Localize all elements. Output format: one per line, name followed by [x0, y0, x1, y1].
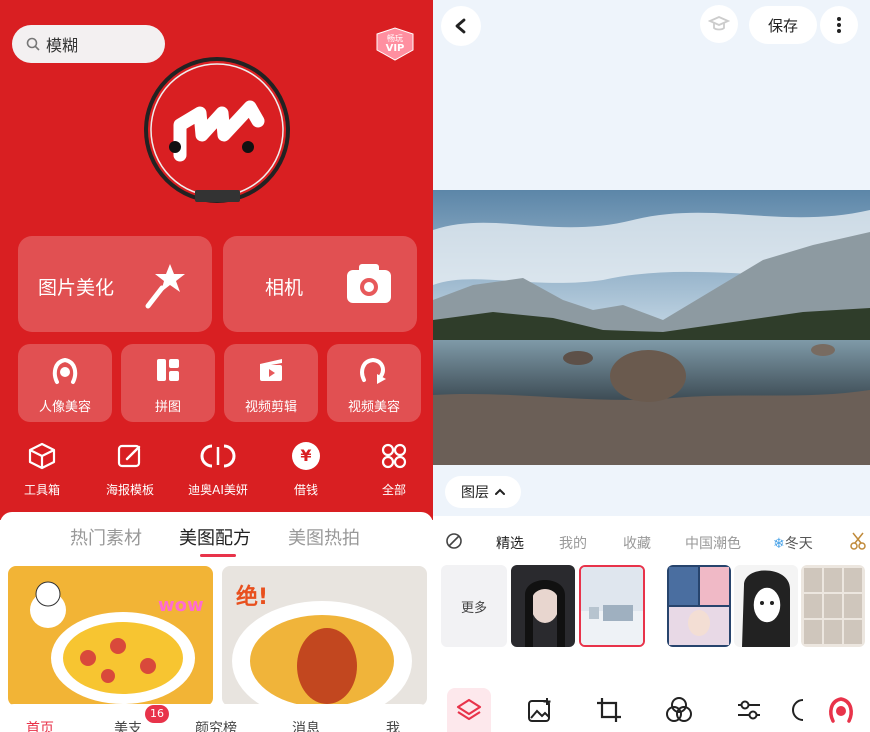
- graduation-cap-icon: [708, 16, 730, 31]
- editor-screen: 保存 图层 精选 我的 收藏 中国潮色 ❄冬天 更多: [433, 0, 870, 732]
- filter-thumbnail[interactable]: [511, 565, 575, 647]
- feed-card[interactable]: 绝!: [222, 566, 427, 706]
- bottom-navigation: 首页 美支 颜究榜 消息 我: [0, 704, 433, 732]
- nav-me[interactable]: 我: [386, 718, 400, 732]
- portrait-beauty-tool-button[interactable]: [819, 688, 863, 732]
- back-button[interactable]: [441, 6, 481, 46]
- more-options-button[interactable]: [820, 6, 858, 44]
- dior-ai-entry[interactable]: 迪奥AI美妍: [178, 440, 258, 498]
- nav-messages[interactable]: 消息: [292, 718, 320, 732]
- filter-thumbnail[interactable]: [801, 565, 865, 647]
- dior-ai-label: 迪奥AI美妍: [188, 483, 248, 497]
- face-icon: [829, 697, 853, 723]
- video-beauty-label: 视频美容: [347, 400, 400, 415]
- filter-tab-featured[interactable]: 精选: [496, 533, 524, 553]
- filter-tab-mine[interactable]: 我的: [559, 533, 587, 553]
- nav-home[interactable]: 首页: [26, 718, 54, 732]
- tab-hot-materials[interactable]: 热门素材: [70, 524, 142, 550]
- all-tools-label: 全部: [381, 483, 406, 497]
- search-placeholder: 模糊: [46, 36, 79, 55]
- image-add-icon: [528, 698, 551, 722]
- filter-thumbnail-selected[interactable]: [579, 565, 645, 647]
- yen-icon: ¥: [292, 442, 320, 470]
- camera-label: 相机: [265, 277, 304, 299]
- layers-tool-button[interactable]: [447, 688, 491, 732]
- collage-label: 拼图: [154, 400, 181, 415]
- feed-card-image: 绝!: [222, 566, 427, 706]
- filter-tab-favorites[interactable]: 收藏: [623, 533, 651, 553]
- borrow-money-entry[interactable]: ¥ 借钱: [266, 440, 346, 498]
- adjust-tool-button[interactable]: [727, 688, 771, 732]
- partial-tool-button[interactable]: [785, 688, 811, 732]
- crop-tool-button[interactable]: [587, 688, 631, 732]
- collage-icon: [157, 359, 179, 381]
- tab-meitu-recipes[interactable]: 美图配方: [179, 524, 251, 550]
- search-icon: [26, 37, 40, 51]
- more-vertical-icon: [837, 17, 841, 33]
- active-tab-indicator: [200, 554, 236, 557]
- poster-template-entry[interactable]: 海报模板: [90, 440, 170, 498]
- nav-meizhi[interactable]: 美支: [114, 718, 142, 732]
- scissors-icon[interactable]: [850, 532, 866, 550]
- camera-card[interactable]: 相机: [223, 236, 417, 332]
- feed-tab-bar: 热门素材 美图配方 美图热拍: [0, 512, 433, 562]
- vip-badge-bottom: VIP: [385, 43, 405, 54]
- tab-meitu-hot-shots[interactable]: 美图热拍: [288, 524, 360, 550]
- camera-icon: [347, 264, 391, 303]
- magic-wand-icon: [145, 264, 185, 309]
- grid-icon: [381, 443, 407, 469]
- filter-tab-winter-label: 冬天: [784, 536, 813, 552]
- partial-circle-icon: [792, 699, 804, 721]
- more-filters-button[interactable]: 更多: [441, 565, 507, 647]
- dior-icon: [200, 444, 236, 468]
- no-filter-icon[interactable]: [445, 532, 463, 550]
- collage-card[interactable]: 拼图: [121, 344, 215, 422]
- feed-sticker-jue: 绝!: [236, 584, 268, 610]
- borrow-money-label: 借钱: [293, 483, 318, 497]
- portrait-beauty-label: 人像美容: [38, 400, 91, 415]
- all-tools-entry[interactable]: 全部: [354, 440, 433, 498]
- toolbox-entry[interactable]: 工具箱: [2, 440, 82, 498]
- video-face-icon: [360, 357, 386, 384]
- filter-circles-icon: [666, 697, 692, 722]
- filter-tool-button[interactable]: [657, 688, 701, 732]
- layers-icon: [456, 698, 482, 721]
- filter-tab-chinese-colors[interactable]: 中国潮色: [685, 533, 741, 553]
- meitu-logo: [144, 57, 290, 203]
- edited-photo: [433, 190, 870, 465]
- sliders-icon: [738, 700, 760, 720]
- layer-toggle-button[interactable]: 图层: [445, 476, 521, 508]
- crop-icon: [597, 698, 621, 722]
- filter-thumbnail[interactable]: [667, 565, 731, 647]
- video-edit-label: 视频剪辑: [244, 400, 297, 415]
- layer-label: 图层: [461, 485, 489, 501]
- feed-card[interactable]: wow: [8, 566, 213, 706]
- portrait-beauty-card[interactable]: 人像美容: [18, 344, 112, 422]
- toolbox-label: 工具箱: [23, 483, 60, 497]
- edit-icon: [117, 444, 141, 468]
- face-icon: [52, 357, 78, 384]
- photo-beautify-card[interactable]: 图片美化: [18, 236, 212, 332]
- video-beauty-card[interactable]: 视频美容: [327, 344, 421, 422]
- clapper-icon: [260, 359, 282, 381]
- poster-template-label: 海报模板: [105, 483, 154, 497]
- tutorial-button[interactable]: [700, 5, 738, 43]
- chevron-left-icon: [455, 18, 466, 34]
- chevron-up-icon: [495, 488, 505, 495]
- add-image-tool-button[interactable]: [518, 688, 562, 732]
- box-icon: [28, 442, 56, 470]
- snowflake-icon: ❄: [773, 536, 785, 552]
- notification-badge: 16: [145, 705, 169, 723]
- filter-thumbnail[interactable]: [734, 565, 798, 647]
- vip-badge[interactable]: 畅玩 VIP: [373, 26, 417, 62]
- nav-ranking[interactable]: 颜究榜: [195, 718, 237, 732]
- home-screen: 模糊 畅玩 VIP 图片美化 相机 人像美容 拼图 视频剪辑 视频美容 工具箱 …: [0, 0, 433, 732]
- save-button[interactable]: 保存: [749, 6, 817, 44]
- video-edit-card[interactable]: 视频剪辑: [224, 344, 318, 422]
- filter-tab-winter[interactable]: ❄冬天: [773, 533, 813, 553]
- photo-beautify-label: 图片美化: [38, 277, 115, 299]
- feed-card-image: wow: [8, 566, 213, 706]
- feed-sticker-wow: wow: [158, 595, 204, 616]
